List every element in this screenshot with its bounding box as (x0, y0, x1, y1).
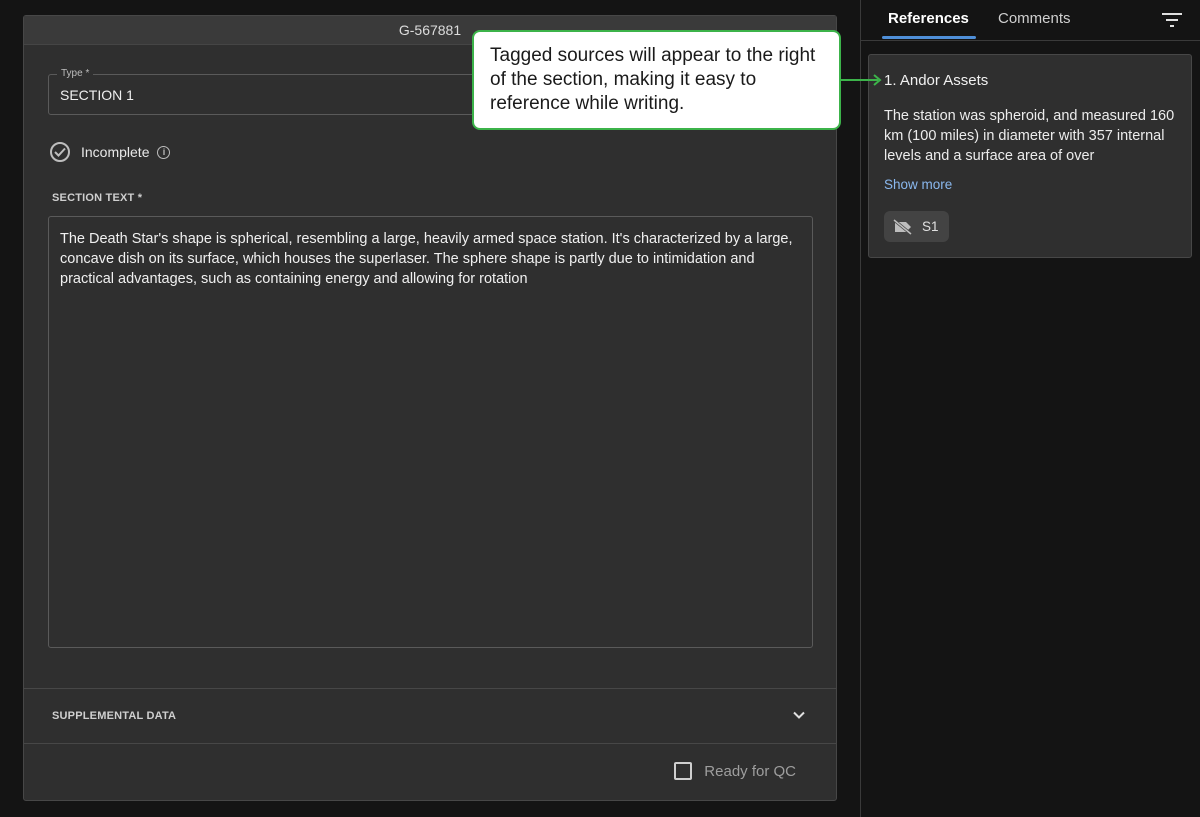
callout-arrow-icon (840, 74, 882, 86)
status-row: Incomplete i (50, 142, 171, 162)
type-field[interactable]: Type * SECTION 1 (48, 68, 528, 115)
ready-for-qc-label: Ready for QC (704, 762, 796, 780)
tab-comments[interactable]: Comments (998, 10, 1071, 27)
type-field-value: SECTION 1 (60, 87, 134, 103)
ready-for-qc-checkbox[interactable] (674, 762, 693, 780)
type-field-label: Type * (57, 68, 94, 79)
check-circle-icon (50, 142, 70, 162)
record-id: G-567881 (398, 22, 462, 38)
filter-icon[interactable] (1162, 13, 1182, 27)
active-tab-indicator (882, 36, 976, 39)
supplemental-data-label: SUPPLEMENTAL DATA (52, 710, 177, 722)
section-editor-card: G-567881 Type * SECTION 1 Incomplete i S… (23, 15, 837, 801)
section-text-area[interactable]: The Death Star's shape is spherical, res… (48, 216, 813, 648)
reference-excerpt: The station was spheroid, and measured 1… (884, 108, 1175, 164)
reference-title: 1. Andor Assets (884, 72, 989, 89)
panel-divider (860, 0, 861, 817)
status-label: Incomplete (81, 144, 150, 160)
ready-for-qc-checkbox-row[interactable]: Ready for QC (674, 762, 796, 780)
tag-off-icon (893, 218, 912, 235)
section-tag-label: S1 (922, 219, 939, 234)
panel-tabs: References Comments (861, 0, 1200, 41)
supplemental-data-accordion[interactable]: SUPPLEMENTAL DATA (24, 688, 836, 744)
reference-card: 1. Andor Assets The station was spheroid… (868, 54, 1192, 258)
show-more-link[interactable]: Show more (884, 177, 952, 192)
section-text-label: SECTION TEXT * (52, 192, 143, 204)
chevron-down-icon[interactable] (792, 708, 806, 722)
tooltip-callout: Tagged sources will appear to the right … (472, 30, 841, 130)
tab-references[interactable]: References (888, 10, 969, 27)
info-icon[interactable]: i (157, 145, 171, 159)
section-tag-chip[interactable]: S1 (884, 211, 949, 242)
